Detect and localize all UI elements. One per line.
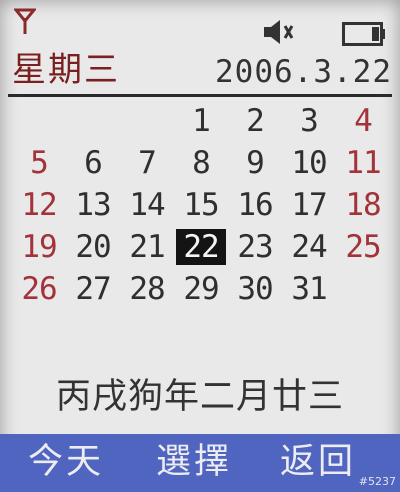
day-cell[interactable]: 3 xyxy=(282,100,336,142)
day-cell[interactable]: 16 xyxy=(228,184,282,226)
day-cell[interactable]: 13 xyxy=(66,184,120,226)
day-cell[interactable]: 1 xyxy=(174,100,228,142)
calendar-grid: 1 2 3 4 5 6 7 8 9 10 11 12 13 14 15 16 17 18 19 20 21 22 23 24 2… xyxy=(12,100,390,310)
day-cell[interactable]: 14 xyxy=(120,184,174,226)
day-cell[interactable]: 6 xyxy=(66,142,120,184)
day-cell[interactable]: 17 xyxy=(282,184,336,226)
softkey-bar: 今天 選擇 返回 #5237 xyxy=(0,434,400,492)
date-header: 星期三 2006.3.22 xyxy=(8,48,392,97)
day-cell[interactable]: 31 xyxy=(282,268,336,310)
current-date: 2006.3.22 xyxy=(215,54,392,90)
weekday-label: 星期三 xyxy=(12,50,120,90)
day-cell[interactable]: 30 xyxy=(228,268,282,310)
day-cell[interactable]: 26 xyxy=(12,268,66,310)
day-cell[interactable]: 9 xyxy=(228,142,282,184)
lunar-date: 丙戌狗年二月廿三 xyxy=(55,377,344,417)
day-cell[interactable]: 4 xyxy=(336,100,390,142)
day-cell[interactable]: 28 xyxy=(120,268,174,310)
today-softkey[interactable]: 今天 xyxy=(28,440,104,484)
day-cell[interactable]: 15 xyxy=(174,184,228,226)
back-softkey[interactable]: 返回 xyxy=(280,440,356,484)
speaker-muted-icon xyxy=(264,20,294,44)
phone-screen: 星期三 2006.3.22 1 2 3 4 5 6 7 8 9 10 11 12 13 14 15 16 17 1… xyxy=(0,0,400,492)
day-cell[interactable]: 24 xyxy=(282,226,336,268)
day-cell[interactable]: 2 xyxy=(228,100,282,142)
battery-icon xyxy=(342,22,385,46)
signal-antenna-icon xyxy=(14,8,36,34)
watermark: #5237 xyxy=(358,475,396,488)
day-cell[interactable]: 25 xyxy=(336,226,390,268)
empty-day-cell xyxy=(66,100,120,142)
day-cell[interactable]: 7 xyxy=(120,142,174,184)
empty-day-cell xyxy=(120,100,174,142)
day-cell[interactable]: 12 xyxy=(12,184,66,226)
day-cell[interactable]: 18 xyxy=(336,184,390,226)
select-softkey[interactable]: 選擇 xyxy=(156,440,232,484)
day-cell[interactable]: 19 xyxy=(12,226,66,268)
day-cell[interactable]: 20 xyxy=(66,226,120,268)
day-cell[interactable]: 22 xyxy=(176,229,226,265)
status-bar xyxy=(0,0,400,52)
day-cell[interactable]: 5 xyxy=(12,142,66,184)
day-cell[interactable]: 23 xyxy=(228,226,282,268)
day-cell[interactable]: 10 xyxy=(282,142,336,184)
day-cell[interactable]: 21 xyxy=(120,226,174,268)
empty-day-cell xyxy=(336,268,390,310)
day-cell[interactable]: 29 xyxy=(174,268,228,310)
day-cell[interactable]: 11 xyxy=(336,142,390,184)
empty-day-cell xyxy=(12,100,66,142)
day-cell[interactable]: 8 xyxy=(174,142,228,184)
day-cell[interactable]: 27 xyxy=(66,268,120,310)
